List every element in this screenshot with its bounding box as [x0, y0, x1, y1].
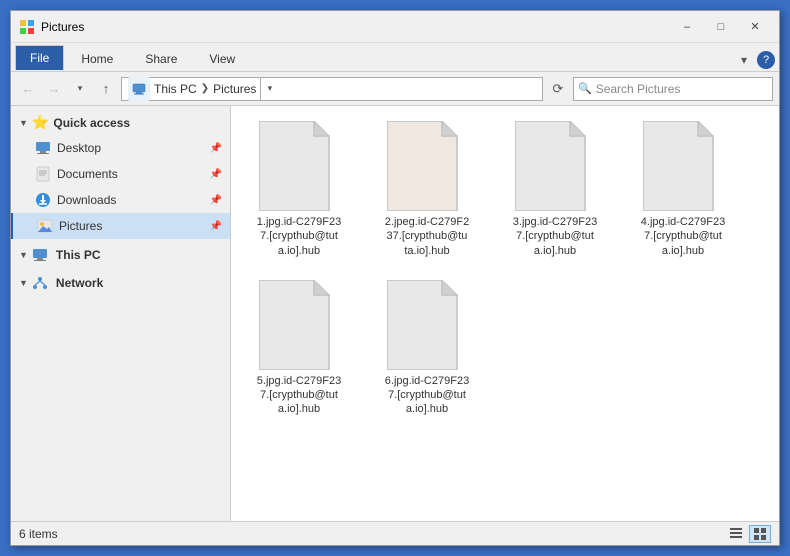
file-icon: [387, 121, 467, 211]
sidebar-item-downloads[interactable]: Downloads 📌: [11, 187, 230, 213]
path-sep-1: ❯: [201, 83, 209, 94]
quick-access-header[interactable]: ▼ ⭐ Quick access: [11, 110, 230, 135]
file-item[interactable]: 5.jpg.id-C279F23 7.[crypthub@tut a.io].h…: [239, 273, 359, 424]
ribbon-tabs: File Home Share View ▾ ?: [11, 43, 779, 71]
minimize-button[interactable]: –: [671, 17, 703, 37]
pictures-icon: [37, 218, 53, 234]
search-icon: 🔍: [578, 82, 592, 95]
help-button[interactable]: ?: [757, 51, 775, 69]
file-item[interactable]: 3.jpg.id-C279F23 7.[crypthub@tut a.io].h…: [495, 114, 615, 265]
file-item[interactable]: 1.jpg.id-C279F23 7.[crypthub@tut a.io].h…: [239, 114, 359, 265]
ribbon-toggle[interactable]: ▾: [735, 51, 753, 69]
status-bar: 6 items: [11, 521, 779, 545]
window-title: Pictures: [41, 20, 671, 34]
this-pc-label: This PC: [56, 248, 101, 262]
forward-button[interactable]: →: [43, 78, 65, 100]
main-content: ▼ ⭐ Quick access Desktop 📌 Documents 📌: [11, 106, 779, 521]
file-item[interactable]: 6.jpg.id-C279F23 7.[crypthub@tut a.io].h…: [367, 273, 487, 424]
path-dropdown[interactable]: ▾: [260, 77, 278, 101]
window-icon: [19, 19, 35, 35]
search-box[interactable]: 🔍 Search Pictures: [573, 77, 773, 101]
list-view-button[interactable]: [725, 525, 747, 543]
address-path[interactable]: This PC ❯ Pictures ▾: [121, 77, 543, 101]
documents-pin-icon: 📌: [210, 169, 222, 180]
file-icon: [643, 121, 723, 211]
file-icon: [515, 121, 595, 211]
title-bar: Pictures – □ ✕: [11, 11, 779, 43]
sidebar-item-desktop[interactable]: Desktop 📌: [11, 135, 230, 161]
this-pc-chevron: ▼: [19, 250, 28, 260]
file-area: 1.jpg.id-C279F23 7.[crypthub@tut a.io].h…: [231, 106, 779, 521]
file-icon: [387, 280, 467, 370]
address-bar: ← → ▾ ↑ This PC ❯ Pictures ▾ ⟳ 🔍 Search …: [11, 72, 779, 106]
sidebar: ▼ ⭐ Quick access Desktop 📌 Documents 📌: [11, 106, 231, 521]
quick-access-label: Quick access: [53, 116, 130, 130]
network-header[interactable]: ▼ Network: [11, 271, 230, 295]
close-button[interactable]: ✕: [739, 17, 771, 37]
file-label: 5.jpg.id-C279F23 7.[crypthub@tut a.io].h…: [257, 374, 341, 417]
tab-view[interactable]: View: [194, 45, 250, 71]
this-pc-header[interactable]: ▼ This PC: [11, 243, 230, 267]
pictures-label: Pictures: [59, 219, 204, 233]
maximize-button[interactable]: □: [705, 17, 737, 37]
pictures-pin-icon: 📌: [210, 221, 222, 232]
file-label: 2.jpeg.id-C279F2 37.[crypthub@tu ta.io].…: [385, 215, 469, 258]
tab-file[interactable]: File: [15, 45, 64, 71]
sidebar-item-pictures[interactable]: Pictures 📌: [11, 213, 230, 239]
documents-label: Documents: [57, 167, 204, 181]
file-label: 4.jpg.id-C279F23 7.[crypthub@tut a.io].h…: [641, 215, 725, 258]
icon-view-button[interactable]: [749, 525, 771, 543]
this-pc-icon: [128, 77, 150, 101]
file-label: 6.jpg.id-C279F23 7.[crypthub@tut a.io].h…: [385, 374, 469, 417]
quick-access-star-icon: ⭐: [32, 114, 49, 131]
item-count: 6 items: [19, 527, 58, 541]
quick-access-chevron: ▼: [19, 118, 28, 128]
path-pictures[interactable]: Pictures: [213, 82, 256, 96]
file-icon: [259, 280, 339, 370]
search-placeholder: Search Pictures: [596, 82, 681, 96]
up-button[interactable]: ↑: [95, 78, 117, 100]
ribbon: File Home Share View ▾ ?: [11, 43, 779, 72]
downloads-label: Downloads: [57, 193, 204, 207]
network-chevron: ▼: [19, 278, 28, 288]
back-button[interactable]: ←: [17, 78, 39, 100]
documents-icon: [35, 166, 51, 182]
file-label: 3.jpg.id-C279F23 7.[crypthub@tut a.io].h…: [513, 215, 597, 258]
downloads-pin-icon: 📌: [210, 195, 222, 206]
desktop-pin-icon: 📌: [210, 143, 222, 154]
file-item[interactable]: 2.jpeg.id-C279F2 37.[crypthub@tu ta.io].…: [367, 114, 487, 265]
recent-locations-button[interactable]: ▾: [69, 78, 91, 100]
file-label: 1.jpg.id-C279F23 7.[crypthub@tut a.io].h…: [257, 215, 341, 258]
window-controls: – □ ✕: [671, 17, 771, 37]
path-this-pc[interactable]: This PC: [154, 82, 197, 96]
file-item[interactable]: 4.jpg.id-C279F23 7.[crypthub@tut a.io].h…: [623, 114, 743, 265]
explorer-window: Pictures – □ ✕ File Home Share View ▾ ? …: [10, 10, 780, 546]
downloads-icon: [35, 192, 51, 208]
desktop-icon: [35, 140, 51, 156]
tab-share[interactable]: Share: [130, 45, 192, 71]
desktop-label: Desktop: [57, 141, 204, 155]
file-icon: [259, 121, 339, 211]
sidebar-item-documents[interactable]: Documents 📌: [11, 161, 230, 187]
view-toggle-buttons: [725, 525, 771, 543]
tab-home[interactable]: Home: [66, 45, 128, 71]
network-label: Network: [56, 276, 103, 290]
refresh-button[interactable]: ⟳: [547, 78, 569, 100]
